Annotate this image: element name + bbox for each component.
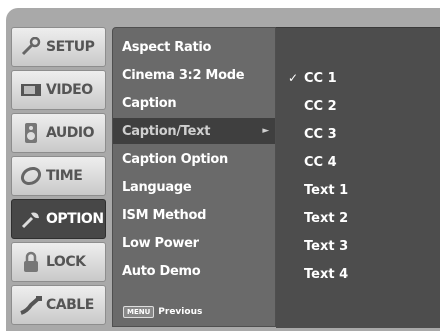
option-menu: Aspect Ratio Cinema 3:2 Mode Caption Cap… — [112, 27, 276, 327]
audio-icon — [18, 122, 44, 144]
menu-item-label: Cinema 3:2 Mode — [122, 67, 245, 83]
tab-cable[interactable]: CABLE — [11, 285, 106, 325]
menu-item-label: Caption/Text — [122, 123, 211, 139]
tab-label: AUDIO — [46, 125, 95, 141]
submenu-item-cc2[interactable]: CC 2 — [276, 93, 436, 119]
menu-item-caption-option[interactable]: Caption Option — [113, 146, 275, 172]
tab-label: SETUP — [46, 39, 95, 55]
tab-label: TIME — [46, 168, 83, 184]
tab-label: LOCK — [46, 254, 86, 270]
submenu-item-label: Text 4 — [304, 266, 349, 282]
menu-item-label: ISM Method — [122, 207, 207, 223]
submenu-item-text2[interactable]: Text 2 — [276, 205, 436, 231]
menu-item-low-power[interactable]: Low Power — [113, 230, 275, 256]
submenu-item-text1[interactable]: Text 1 — [276, 177, 436, 203]
cable-icon — [18, 294, 44, 316]
tab-video[interactable]: VIDEO — [11, 70, 106, 110]
menu-item-auto-demo[interactable]: Auto Demo — [113, 258, 275, 284]
submenu-item-label: CC 4 — [304, 154, 337, 170]
submenu-item-cc3[interactable]: CC 3 — [276, 121, 436, 147]
submenu-item-label: Text 3 — [304, 238, 349, 254]
tab-label: VIDEO — [46, 82, 93, 98]
previous-label: Previous — [158, 307, 203, 317]
submenu-arrow-icon: ► — [262, 126, 269, 136]
lock-icon — [18, 251, 44, 273]
submenu-item-cc1[interactable]: ✓ CC 1 — [276, 65, 436, 91]
menu-item-label: Caption Option — [122, 151, 229, 167]
setup-icon — [18, 36, 44, 58]
menu-item-label: Auto Demo — [122, 263, 201, 279]
submenu-item-text3[interactable]: Text 3 — [276, 233, 436, 259]
submenu-item-text4[interactable]: Text 4 — [276, 261, 436, 287]
tab-audio[interactable]: AUDIO — [11, 113, 106, 153]
previous-hint: MENU Previous — [123, 306, 202, 318]
menu-item-label: Aspect Ratio — [122, 39, 212, 55]
menu-item-cinema-mode[interactable]: Cinema 3:2 Mode — [113, 62, 275, 88]
menu-item-ism-method[interactable]: ISM Method — [113, 202, 275, 228]
menu-item-caption[interactable]: Caption — [113, 90, 275, 116]
menu-item-aspect-ratio[interactable]: Aspect Ratio — [113, 34, 275, 60]
time-icon — [18, 165, 44, 187]
submenu-item-label: CC 1 — [304, 70, 337, 86]
submenu-item-cc4[interactable]: CC 4 — [276, 149, 436, 175]
menu-item-label: Language — [122, 179, 192, 195]
submenu-item-label: CC 2 — [304, 98, 337, 114]
menu-item-caption-text[interactable]: Caption/Text ► — [113, 118, 275, 144]
menu-key-icon: MENU — [123, 306, 155, 318]
tab-setup[interactable]: SETUP — [11, 27, 106, 67]
caption-text-submenu: ✓ CC 1 CC 2 CC 3 CC 4 Text 1 Text 2 Text… — [276, 27, 440, 328]
submenu-item-label: Text 1 — [304, 182, 349, 198]
checkmark-icon: ✓ — [287, 71, 298, 85]
submenu-item-label: CC 3 — [304, 126, 337, 142]
menu-item-label: Caption — [122, 95, 177, 111]
tab-time[interactable]: TIME — [11, 156, 106, 196]
tab-label: CABLE — [46, 297, 94, 313]
menu-item-label: Low Power — [122, 235, 199, 251]
option-icon — [18, 208, 44, 230]
video-icon — [18, 79, 44, 101]
tab-label: OPTION — [46, 211, 104, 227]
tab-option[interactable]: OPTION — [11, 199, 106, 239]
menu-item-language[interactable]: Language — [113, 174, 275, 200]
category-tabs: SETUP VIDEO AUDIO TIME OPTION LOCK CABLE — [11, 27, 106, 327]
submenu-item-label: Text 2 — [304, 210, 349, 226]
tab-lock[interactable]: LOCK — [11, 242, 106, 282]
